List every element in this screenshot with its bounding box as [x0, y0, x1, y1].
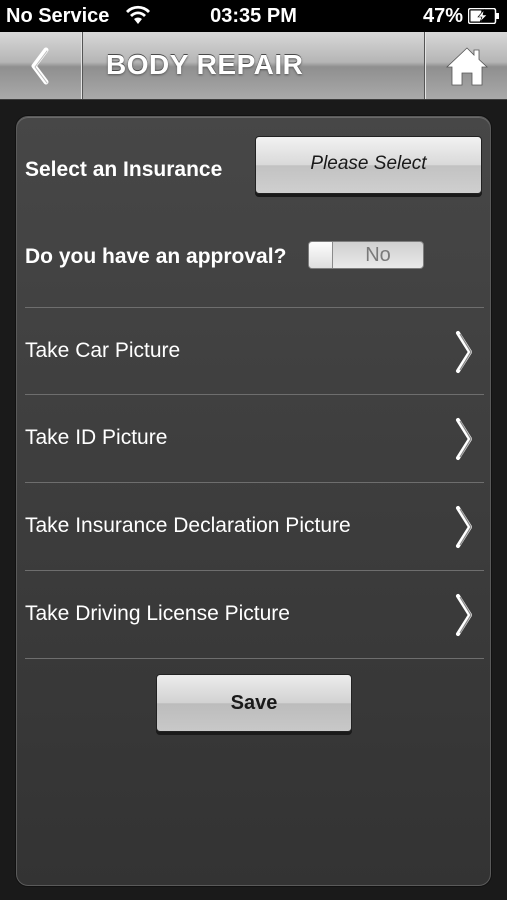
battery-charging-icon	[467, 7, 500, 25]
list-item-take-car-picture[interactable]: Take Car Picture	[17, 308, 492, 394]
list-item-label: Take Car Picture	[25, 339, 181, 362]
toggle-state-label: No	[365, 244, 391, 266]
insurance-select-button[interactable]: Please Select	[255, 136, 482, 194]
back-button[interactable]	[0, 32, 83, 99]
page-title: BODY REPAIR	[106, 49, 304, 80]
battery-percent-label: 47%	[422, 5, 463, 27]
list-item-label: Take Insurance Declaration Picture	[25, 514, 351, 537]
chevron-right-icon	[456, 418, 472, 460]
approval-toggle[interactable]: No	[308, 241, 424, 269]
list-item-take-driving-license-picture[interactable]: Take Driving License Picture	[17, 571, 492, 657]
list-item-take-id-picture[interactable]: Take ID Picture	[17, 395, 492, 481]
list-item-label: Take ID Picture	[25, 426, 168, 449]
chevron-right-icon	[456, 506, 472, 548]
home-button[interactable]	[424, 32, 507, 99]
chevron-left-icon	[31, 47, 49, 85]
chevron-right-icon	[456, 331, 472, 373]
divider	[25, 658, 484, 659]
list-item-label: Take Driving License Picture	[25, 602, 290, 625]
form-panel: Select an Insurance Please Select Do you…	[16, 116, 491, 886]
home-icon	[445, 47, 489, 86]
status-bar: No Service 03:35 PM 47%	[0, 0, 507, 32]
save-button[interactable]: Save	[156, 674, 352, 732]
insurance-label: Select an Insurance	[25, 158, 223, 181]
navigation-bar: BODY REPAIR	[0, 32, 507, 100]
toggle-knob	[309, 242, 333, 268]
list-item-take-insurance-declaration-picture[interactable]: Take Insurance Declaration Picture	[17, 483, 492, 569]
approval-label: Do you have an approval?	[25, 245, 287, 268]
chevron-right-icon	[456, 594, 472, 636]
